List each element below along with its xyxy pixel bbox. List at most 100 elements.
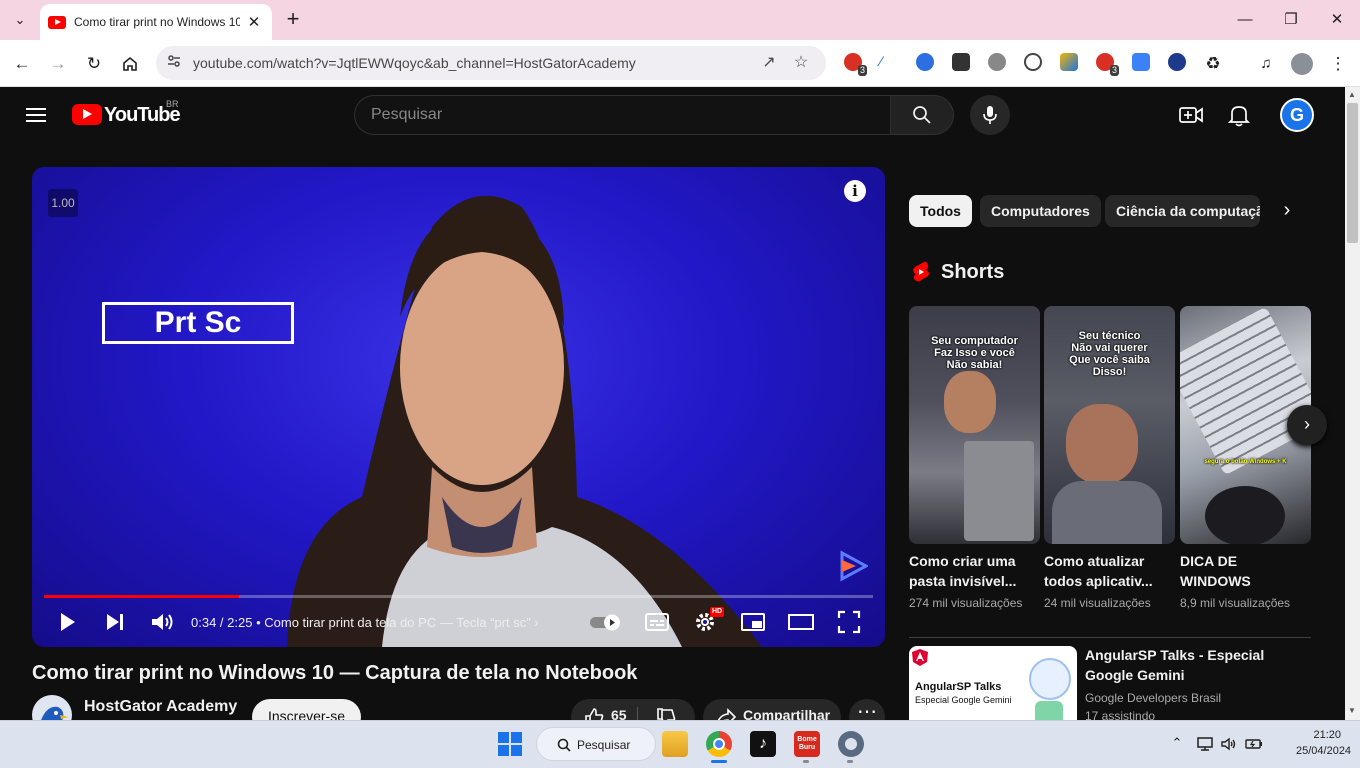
- chapter-chevron-icon[interactable]: ›: [534, 615, 538, 630]
- country-code: BR: [166, 99, 179, 109]
- battery-icon[interactable]: [1245, 735, 1263, 753]
- clock-time[interactable]: 21:20: [1296, 729, 1341, 741]
- search-input[interactable]: Pesquisar: [354, 95, 891, 135]
- chrome-center: [713, 738, 725, 750]
- short-title[interactable]: DICA DE WINDOWS: [1180, 551, 1311, 591]
- channel-watermark-icon[interactable]: [838, 550, 868, 582]
- chip-ciencia-computacao[interactable]: Ciência da computação: [1105, 195, 1260, 227]
- tab-title: Como tirar print no Windows 10 — Captura…: [74, 15, 240, 29]
- tiktok-icon[interactable]: ♪: [750, 731, 776, 757]
- address-bar[interactable]: youtube.com/watch?v=JqtlEWWqoyc&ab_chann…: [156, 46, 826, 80]
- create-video-button[interactable]: [1178, 102, 1204, 128]
- short-thumbnail[interactable]: Seu computador Faz Isso e você Não sabia…: [909, 306, 1040, 544]
- settings-app-icon[interactable]: [838, 731, 864, 757]
- extension-translate-icon[interactable]: [1132, 53, 1150, 71]
- back-arrow-icon[interactable]: ←: [8, 50, 36, 78]
- youtube-logo-icon[interactable]: [72, 104, 102, 125]
- hamburger-menu-icon[interactable]: [24, 105, 48, 125]
- search-icon: [557, 738, 571, 752]
- tab-close-icon[interactable]: ✕: [244, 13, 264, 31]
- bomb-app-icon[interactable]: Bome Buru: [794, 731, 820, 757]
- file-explorer-icon[interactable]: [662, 731, 688, 757]
- short-caption: Seu computador Faz Isso e você Não sabia…: [931, 335, 1018, 371]
- short-face: [944, 371, 996, 433]
- subtitles-icon[interactable]: [642, 607, 672, 637]
- miniplayer-icon[interactable]: [738, 607, 768, 637]
- windows-start-icon[interactable]: [497, 731, 523, 757]
- next-video-icon[interactable]: [100, 607, 130, 637]
- short-keyboard: [1180, 306, 1311, 476]
- progress-played[interactable]: [44, 595, 239, 598]
- extensions-puzzle-icon[interactable]: ♻: [1199, 50, 1227, 78]
- tab-search-chevron-icon[interactable]: ⌄: [7, 7, 33, 33]
- chrome-menu-icon[interactable]: ⋮: [1324, 50, 1352, 78]
- short-title[interactable]: Como atualizar todos aplicativ...: [1044, 551, 1175, 591]
- extension-shield-icon[interactable]: [1168, 53, 1186, 71]
- notifications-button[interactable]: [1226, 102, 1252, 128]
- taskbar-search[interactable]: Pesquisar: [536, 727, 656, 761]
- short-thumbnail[interactable]: Seu técnico Não vai querer Que você saib…: [1044, 306, 1175, 544]
- extension-adblock-icon[interactable]: 3: [844, 53, 867, 76]
- url-text[interactable]: youtube.com/watch?v=JqtlEWWqoyc&ab_chann…: [193, 55, 636, 71]
- video-text-overlay: Prt Sc: [102, 302, 294, 344]
- video-player[interactable]: 1.00 i Prt Sc 0:34 / 2:25 • Como tirar p…: [32, 167, 885, 647]
- new-tab-button[interactable]: +: [282, 8, 304, 30]
- chip-todos[interactable]: Todos: [909, 195, 972, 227]
- shorts-next-chevron-icon[interactable]: ›: [1287, 405, 1327, 445]
- browser-tab[interactable]: Como tirar print no Windows 10 — Captura…: [40, 4, 272, 40]
- recommended-channel[interactable]: Google Developers Brasil: [1085, 691, 1221, 705]
- extension-gear-icon[interactable]: [988, 53, 1006, 71]
- shorts-logo-icon: [913, 261, 929, 282]
- shorts-heading: Shorts: [941, 261, 1005, 283]
- fullscreen-icon[interactable]: [834, 607, 864, 637]
- extension-notes-icon[interactable]: [952, 53, 970, 71]
- search-placeholder: Pesquisar: [371, 106, 443, 123]
- chip-computadores[interactable]: Computadores: [980, 195, 1101, 227]
- reload-icon[interactable]: ↻: [80, 50, 108, 78]
- channel-name[interactable]: HostGator Academy: [84, 698, 237, 716]
- speaker-icon[interactable]: [1220, 735, 1238, 753]
- extension-colorful-icon[interactable]: [1060, 53, 1078, 71]
- close-window-button[interactable]: ✕: [1326, 10, 1348, 30]
- scrollbar-thumb[interactable]: [1347, 103, 1358, 243]
- tray-overflow-chevron-icon[interactable]: ⌃: [1168, 735, 1186, 753]
- short-shirt: [1052, 481, 1162, 544]
- short-mouse: [1205, 486, 1285, 544]
- bell-icon: [1227, 106, 1251, 127]
- extension-circle-icon[interactable]: [1024, 53, 1042, 71]
- network-icon[interactable]: [1196, 735, 1214, 753]
- extension-zoom-icon[interactable]: [916, 53, 934, 71]
- chrome-taskbar-icon[interactable]: [706, 731, 732, 757]
- account-avatar[interactable]: G: [1280, 98, 1314, 132]
- short-views: 8,9 mil visualizações: [1180, 596, 1291, 610]
- theater-mode-icon[interactable]: [786, 607, 816, 637]
- media-control-icon[interactable]: ♫: [1252, 50, 1280, 78]
- extension-pen-icon[interactable]: ⁄: [880, 53, 898, 71]
- short-views: 24 mil visualizações: [1044, 596, 1151, 610]
- restore-button[interactable]: ❐: [1280, 10, 1302, 30]
- scroll-up-arrow-icon[interactable]: ▲: [1348, 90, 1356, 99]
- bookmark-star-icon[interactable]: ☆: [790, 52, 812, 74]
- clock-date[interactable]: 25/04/2024: [1296, 745, 1351, 757]
- browser-toolbar: ← → ↻ youtube.com/watch?v=JqtlEWWqoyc&ab…: [0, 40, 1360, 87]
- open-in-app-icon[interactable]: ↗: [758, 52, 780, 74]
- profile-avatar[interactable]: [1291, 53, 1313, 75]
- site-info-icon[interactable]: [166, 53, 184, 71]
- home-icon[interactable]: [116, 50, 144, 78]
- chips-next-chevron-icon[interactable]: ›: [1276, 199, 1298, 225]
- voice-search-button[interactable]: [970, 95, 1010, 135]
- play-icon[interactable]: [52, 607, 82, 637]
- recommended-title[interactable]: AngularSP Talks - Especial Google Gemini: [1085, 645, 1305, 685]
- volume-icon[interactable]: [147, 607, 177, 637]
- scroll-down-arrow-icon[interactable]: ▼: [1348, 706, 1356, 715]
- chapter-title[interactable]: • Como tirar print da tela do PC — Tecla…: [256, 615, 531, 630]
- minimize-button[interactable]: —: [1234, 10, 1256, 30]
- info-icon[interactable]: i: [844, 180, 866, 202]
- short-title[interactable]: Como criar uma pasta invisível...: [909, 551, 1040, 591]
- autoplay-toggle[interactable]: [588, 607, 620, 637]
- forward-arrow-icon[interactable]: →: [44, 50, 72, 78]
- short-caption: Seu técnico Não vai querer Que você saib…: [1069, 330, 1150, 378]
- search-button[interactable]: [890, 95, 954, 135]
- youtube-masthead: YouTube BR Pesquisar G: [0, 87, 1345, 143]
- extension-abp-icon[interactable]: 3: [1096, 53, 1119, 76]
